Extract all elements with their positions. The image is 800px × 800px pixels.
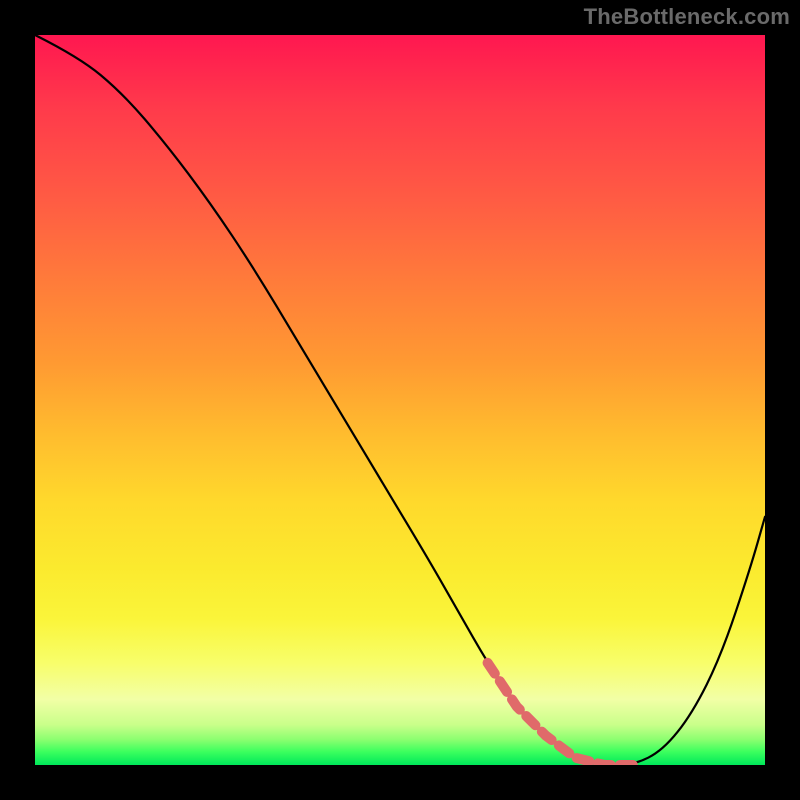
bottleneck-curve xyxy=(35,35,765,765)
curve-svg xyxy=(35,35,765,765)
watermark-text: TheBottleneck.com xyxy=(584,4,790,30)
chart-frame: TheBottleneck.com xyxy=(0,0,800,800)
sweet-spot-marker xyxy=(488,663,634,765)
plot-area xyxy=(35,35,765,765)
